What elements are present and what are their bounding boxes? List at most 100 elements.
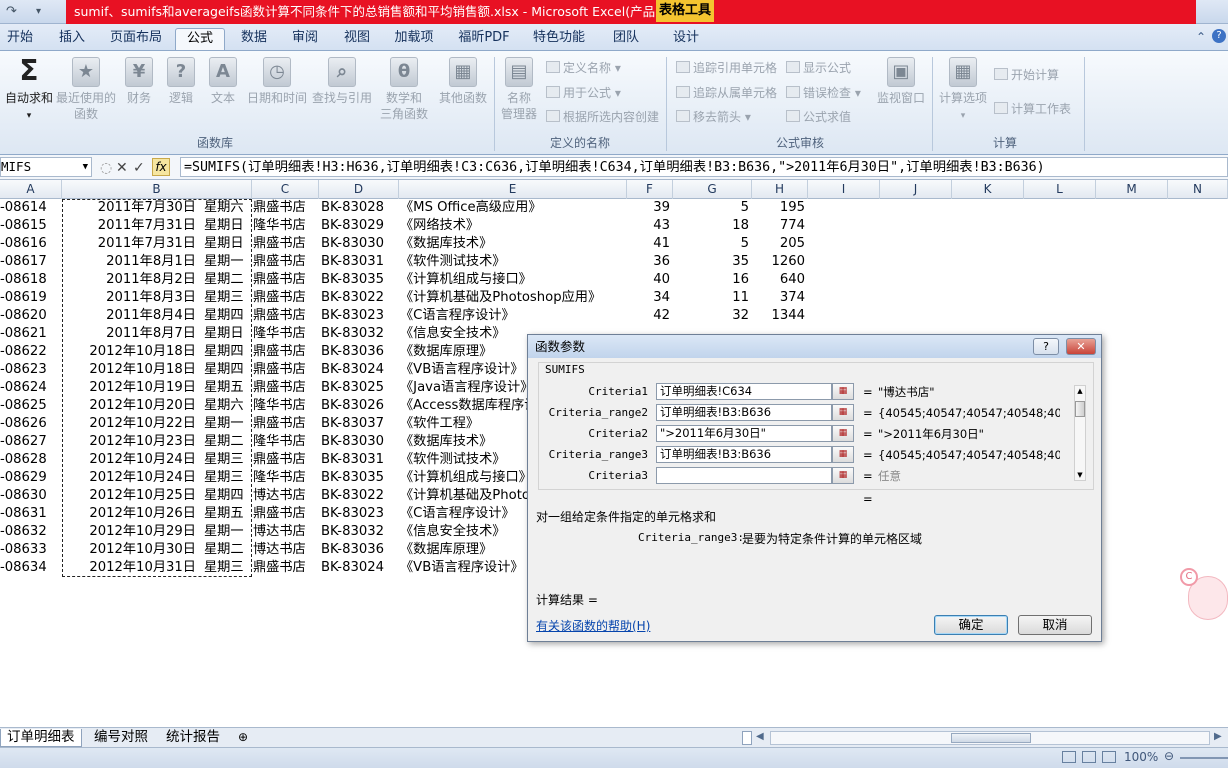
ok-button[interactable]: 确定 — [934, 615, 1008, 635]
cell-b-date[interactable]: 2012年10月24日 — [62, 469, 196, 487]
column-header-f[interactable]: F — [627, 180, 673, 199]
cell-a[interactable]: -08625 — [0, 397, 58, 415]
range-picker-icon[interactable]: ▦ — [832, 446, 854, 463]
cell-d[interactable]: BK-83037 — [321, 415, 399, 433]
page-break-view-icon[interactable] — [1102, 751, 1116, 763]
financial-button[interactable]: ¥ 财务 — [122, 57, 156, 106]
horizontal-scrollbar[interactable] — [770, 731, 1210, 745]
cell-e[interactable]: 《数据库技术》 — [400, 235, 626, 253]
evaluate-formula-button[interactable]: 公式求值 — [786, 109, 851, 125]
cell-d[interactable]: BK-83031 — [321, 253, 399, 271]
column-header-d[interactable]: D — [319, 180, 399, 199]
range-picker-icon[interactable]: ▦ — [832, 467, 854, 484]
cell-b-weekday[interactable]: 星期三 — [204, 559, 254, 577]
recent-functions-button[interactable]: ★ 最近使用的 函数 — [56, 57, 116, 122]
cell-d[interactable]: BK-83025 — [321, 379, 399, 397]
more-functions-button[interactable]: ▦ 其他函数 — [437, 57, 489, 106]
cell-c[interactable]: 博达书店 — [253, 487, 319, 505]
cell-b-weekday[interactable]: 星期二 — [204, 541, 254, 559]
cell-a[interactable]: -08632 — [0, 523, 58, 541]
cell-d[interactable]: BK-83031 — [321, 451, 399, 469]
cell-a[interactable]: -08622 — [0, 343, 58, 361]
cell-a[interactable]: -08619 — [0, 289, 58, 307]
cell-a[interactable]: -08618 — [0, 271, 58, 289]
cell-b-date[interactable]: 2012年10月19日 — [62, 379, 196, 397]
cell-c[interactable]: 鼎盛书店 — [253, 361, 319, 379]
cell-b-weekday[interactable]: 星期三 — [204, 289, 254, 307]
cell-b-date[interactable]: 2012年10月18日 — [62, 361, 196, 379]
cell-f[interactable]: 43 — [627, 217, 670, 235]
cell-c[interactable]: 鼎盛书店 — [253, 451, 319, 469]
args-scroll-thumb[interactable] — [1075, 401, 1085, 417]
function-help-link[interactable]: 有关该函数的帮助(H) — [536, 617, 650, 634]
cell-b-weekday[interactable]: 星期五 — [204, 505, 254, 523]
args-scrollbar[interactable]: ▲ ▼ — [1074, 385, 1086, 481]
cell-d[interactable]: BK-83024 — [321, 361, 399, 379]
math-trig-button[interactable]: θ 数学和 三角函数 — [376, 57, 432, 122]
column-header-i[interactable]: I — [808, 180, 880, 199]
sheet-tab-order-details[interactable]: 订单明细表 — [0, 729, 82, 747]
cell-e[interactable]: 《MS Office高级应用》 — [400, 199, 626, 217]
enter-icon[interactable]: ✓ — [133, 160, 145, 176]
cell-c[interactable]: 鼎盛书店 — [253, 271, 319, 289]
cell-h[interactable]: 1260 — [752, 253, 805, 271]
cell-h[interactable]: 195 — [752, 199, 805, 217]
watch-window-button[interactable]: ▣ 监视窗口 — [872, 57, 930, 106]
lookup-button[interactable]: ⌕ 查找与引用 — [311, 57, 373, 106]
cell-f[interactable]: 41 — [627, 235, 670, 253]
cell-b-date[interactable]: 2012年10月30日 — [62, 541, 196, 559]
insert-function-icon[interactable]: fx — [152, 158, 170, 176]
cancel-icon[interactable]: ✕ — [116, 160, 128, 176]
cell-b-date[interactable]: 2012年10月31日 — [62, 559, 196, 577]
cell-b-date[interactable]: 2011年7月31日 — [62, 235, 196, 253]
minimize-ribbon-icon[interactable]: ⌃ — [1196, 30, 1206, 44]
cell-d[interactable]: BK-83026 — [321, 397, 399, 415]
cell-d[interactable]: BK-83032 — [321, 523, 399, 541]
cell-a[interactable]: -08634 — [0, 559, 58, 577]
remove-arrows-button[interactable]: 移去箭头 ▾ — [676, 109, 751, 125]
redo-icon[interactable]: ↷ — [6, 4, 17, 19]
cell-h[interactable]: 1344 — [752, 307, 805, 325]
zoom-slider[interactable] — [1180, 757, 1228, 759]
cell-d[interactable]: BK-83022 — [321, 289, 399, 307]
cell-d[interactable]: BK-83029 — [321, 217, 399, 235]
cell-h[interactable]: 774 — [752, 217, 805, 235]
cell-a[interactable]: -08628 — [0, 451, 58, 469]
cell-a[interactable]: -08631 — [0, 505, 58, 523]
text-button[interactable]: A 文本 — [206, 57, 240, 106]
cell-a[interactable]: -08621 — [0, 325, 58, 343]
cell-a[interactable]: -08629 — [0, 469, 58, 487]
cell-d[interactable]: BK-83030 — [321, 433, 399, 451]
sheet-tab-stats-report[interactable]: 统计报告 — [160, 729, 226, 747]
cell-e[interactable]: 《C语言程序设计》 — [400, 307, 626, 325]
cell-d[interactable]: BK-83035 — [321, 469, 399, 487]
arg-input[interactable]: 订单明细表!B3:B636 — [656, 446, 832, 463]
column-header-k[interactable]: K — [952, 180, 1024, 199]
column-header-m[interactable]: M — [1096, 180, 1168, 199]
scroll-down-icon[interactable]: ▼ — [1075, 470, 1085, 480]
cell-c[interactable]: 鼎盛书店 — [253, 199, 319, 217]
cell-d[interactable]: BK-83024 — [321, 559, 399, 577]
cell-a[interactable]: -08620 — [0, 307, 58, 325]
range-picker-icon[interactable]: ▦ — [832, 404, 854, 421]
cell-b-date[interactable]: 2011年8月3日 — [62, 289, 196, 307]
cell-g[interactable]: 5 — [673, 235, 749, 253]
cell-b-weekday[interactable]: 星期二 — [204, 433, 254, 451]
arg-input[interactable]: 订单明细表!C634 — [656, 383, 832, 400]
tab-home[interactable]: 开始 — [0, 28, 40, 50]
column-header-j[interactable]: J — [880, 180, 952, 199]
tab-page-layout[interactable]: 页面布局 — [104, 28, 168, 50]
autosum-button[interactable]: Σ 自动求和 ▾ — [3, 57, 55, 124]
cell-a[interactable]: -08617 — [0, 253, 58, 271]
cell-a[interactable]: -08627 — [0, 433, 58, 451]
cell-h[interactable]: 205 — [752, 235, 805, 253]
tab-design[interactable]: 设计 — [664, 28, 708, 50]
name-manager-button[interactable]: ▤ 名称 管理器 — [498, 57, 540, 122]
range-picker-icon[interactable]: ▦ — [832, 425, 854, 442]
cell-b-date[interactable]: 2012年10月24日 — [62, 451, 196, 469]
cell-b-date[interactable]: 2012年10月25日 — [62, 487, 196, 505]
arg-input[interactable]: ">2011年6月30日" — [656, 425, 832, 442]
cell-b-date[interactable]: 2012年10月20日 — [62, 397, 196, 415]
column-header-c[interactable]: C — [252, 180, 319, 199]
cell-b-weekday[interactable]: 星期三 — [204, 451, 254, 469]
